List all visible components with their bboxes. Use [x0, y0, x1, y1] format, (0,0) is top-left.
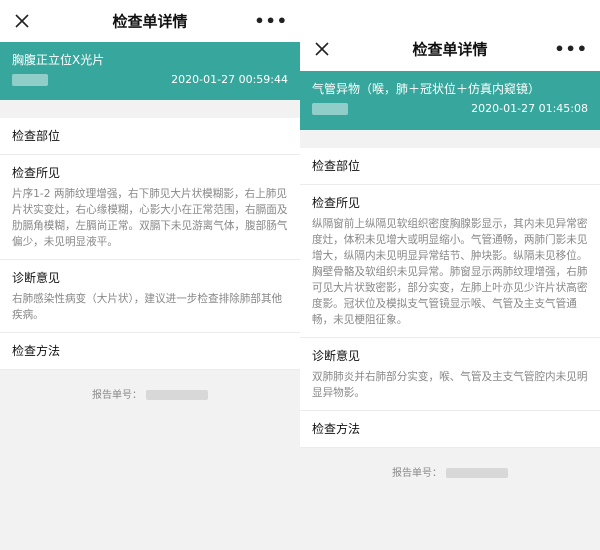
more-icon[interactable]: ••• — [554, 39, 588, 58]
section-label: 诊断意见 — [12, 271, 61, 285]
section-exam-site: 检查部位 — [300, 148, 600, 185]
nav-bar: 检查单详情 ••• — [0, 0, 300, 42]
section-label: 检查部位 — [12, 129, 61, 143]
section-diagnosis: 诊断意见 双肺肺炎并右肺部分实变，喉、气管及主支气管腔内未见明显异物影。 — [300, 338, 600, 411]
exam-time: 2020-01-27 01:45:08 — [471, 102, 588, 115]
report-number-blurred — [446, 468, 508, 478]
section-label: 检查所见 — [12, 166, 61, 180]
exam-banner: 气管异物（喉，肺＋冠状位＋仿真内窥镜） 2020-01-27 01:45:08 — [300, 71, 600, 130]
section-label: 检查方法 — [12, 344, 61, 358]
patient-name-blurred — [312, 103, 348, 115]
exam-name: 胸腹正立位X光片 — [12, 53, 105, 67]
report-number-blurred — [146, 390, 208, 400]
exam-name: 气管异物（喉，肺＋冠状位＋仿真内窥镜） — [312, 82, 541, 96]
close-icon[interactable] — [314, 41, 330, 57]
report-number-label: 报告单号： — [92, 390, 142, 401]
section-method: 检查方法 — [300, 411, 600, 448]
report-number: 报告单号： — [0, 370, 300, 401]
report-number-label: 报告单号： — [392, 468, 442, 479]
section-label: 检查部位 — [312, 159, 361, 173]
section-spacer — [300, 130, 600, 148]
report-number: 报告单号： — [300, 448, 600, 479]
exam-banner: 胸腹正立位X光片 2020-01-27 00:59:44 — [0, 42, 300, 100]
section-content: 片序1-2 两肺纹理增强，右下肺见大片状模糊影，右上肺见片状实变灶，右心缘模糊，… — [12, 188, 288, 248]
report-screen-right: 检查单详情 ••• 气管异物（喉，肺＋冠状位＋仿真内窥镜） 2020-01-27… — [300, 26, 600, 550]
close-icon[interactable] — [14, 13, 30, 29]
section-exam-site: 检查部位 — [0, 118, 300, 155]
section-content: 双肺肺炎并右肺部分实变，喉、气管及主支气管腔内未见明显异物影。 — [312, 371, 588, 399]
section-method: 检查方法 — [0, 333, 300, 370]
section-label: 诊断意见 — [312, 349, 361, 363]
section-findings: 检查所见 片序1-2 两肺纹理增强，右下肺见大片状模糊影，右上肺见片状实变灶，右… — [0, 155, 300, 260]
report-screen-left: 检查单详情 ••• 胸腹正立位X光片 2020-01-27 00:59:44 检… — [0, 0, 300, 550]
screenshot-canvas: 检查单详情 ••• 胸腹正立位X光片 2020-01-27 00:59:44 检… — [0, 0, 600, 550]
more-icon[interactable]: ••• — [254, 12, 288, 31]
nav-bar: 检查单详情 ••• — [300, 26, 600, 71]
exam-time: 2020-01-27 00:59:44 — [171, 73, 288, 86]
section-label: 检查方法 — [312, 422, 361, 436]
section-findings: 检查所见 纵隔窗前上纵隔见软组织密度胸腺影显示，其内未见异常密度灶，体积未见增大… — [300, 185, 600, 338]
section-content: 右肺感染性病变（大片状），建议进一步检查排除肺部其他疾病。 — [12, 293, 283, 321]
patient-name-blurred — [12, 74, 48, 86]
section-diagnosis: 诊断意见 右肺感染性病变（大片状），建议进一步检查排除肺部其他疾病。 — [0, 260, 300, 333]
section-label: 检查所见 — [312, 196, 361, 210]
section-spacer — [0, 100, 300, 118]
section-content: 纵隔窗前上纵隔见软组织密度胸腺影显示，其内未见异常密度灶，体积未见增大或明显缩小… — [312, 218, 588, 326]
